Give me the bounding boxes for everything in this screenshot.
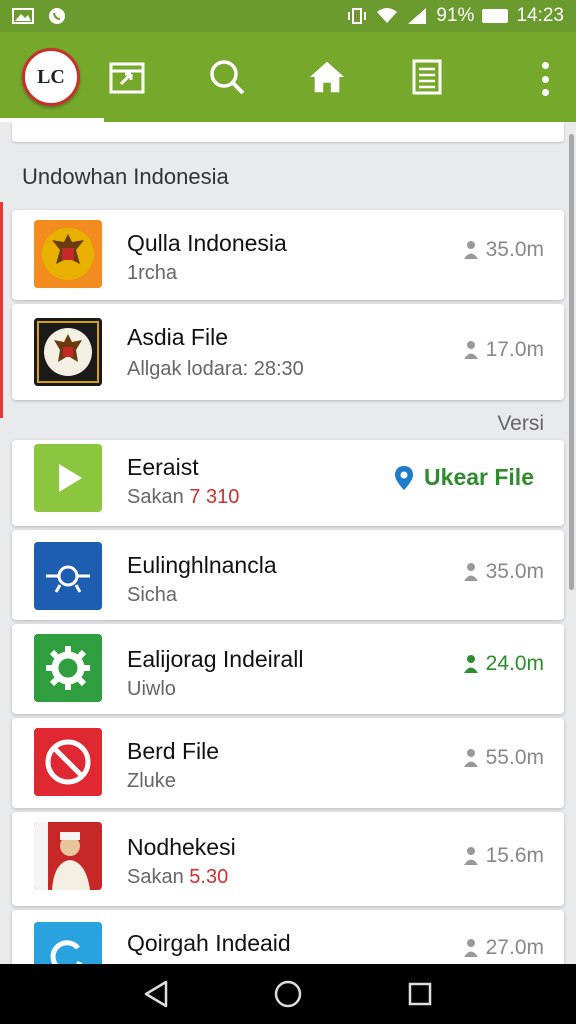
download-icon: [463, 341, 478, 359]
signal-icon: [408, 8, 427, 24]
status-bar: 91% 14:23: [0, 0, 576, 32]
app-title: Eeraist: [127, 454, 199, 480]
home-button[interactable]: [308, 58, 346, 96]
app-subtitle: Sakan 7 310: [127, 486, 240, 508]
play-icon: [34, 444, 102, 512]
app-size: 17.0m: [462, 338, 544, 362]
system-navigation-bar: [0, 964, 576, 1024]
download-icon: [463, 749, 478, 767]
vibrate-icon: [348, 8, 367, 24]
app-list-item[interactable]: Asdia File Allgak lodara: 28:30 17.0m: [12, 304, 564, 400]
app-title: Asdia File: [127, 324, 228, 350]
document-button[interactable]: [408, 58, 446, 96]
app-title: Nodhekesi: [127, 834, 236, 860]
section-title: Undowhan Indonesia: [22, 164, 229, 189]
previous-card-edge: [12, 122, 564, 142]
app-size: 55.0m: [462, 746, 544, 770]
calendar-button[interactable]: [108, 58, 146, 96]
download-icon: [463, 563, 478, 581]
back-icon: [144, 980, 168, 1008]
whatsapp-notification-icon: [49, 8, 65, 24]
battery-icon: [482, 9, 509, 23]
search-icon: [210, 60, 245, 95]
location-pin-icon: [395, 465, 414, 490]
app-bar: LC: [0, 32, 576, 122]
app-title: Berd File: [127, 738, 220, 764]
garuda-emblem-icon: [34, 220, 102, 288]
version-column-label: Versi: [497, 412, 544, 435]
app-size: 24.0m: [462, 652, 544, 676]
image-notification-icon: [12, 8, 34, 24]
app-list-item[interactable]: Eulinghlnancla Sicha 35.0m: [12, 530, 564, 620]
back-button[interactable]: [138, 976, 174, 1012]
download-icon: [463, 241, 478, 259]
app-subtitle: Uiwlo: [127, 678, 176, 700]
app-title: Eulinghlnancla: [127, 552, 277, 578]
app-list-item[interactable]: Ealijorag Indeirall Uiwlo 24.0m: [12, 624, 564, 714]
download-icon: [463, 655, 478, 673]
app-size: 15.6m: [462, 844, 544, 868]
download-icon: [463, 847, 478, 865]
app-list-item[interactable]: Berd File Zluke 55.0m: [12, 718, 564, 808]
home-icon: [309, 61, 345, 93]
app-title: Qoirgah Indeaid: [127, 930, 291, 956]
clock: 14:23: [516, 5, 564, 26]
target-icon: [34, 542, 102, 610]
app-size: 35.0m: [462, 238, 544, 262]
recents-button[interactable]: [402, 976, 438, 1012]
app-list-item[interactable]: Eeraist Sakan 7 310 Ukear File: [12, 440, 564, 526]
app-size: 35.0m: [462, 560, 544, 584]
home-nav-button[interactable]: [270, 976, 306, 1012]
app-title: Qulla Indonesia: [127, 230, 287, 256]
app-list-item[interactable]: Nodhekesi Sakan 5.30 15.6m: [12, 812, 564, 906]
app-subtitle: Sicha: [127, 584, 178, 606]
app-subtitle: Sakan 5.30: [127, 866, 229, 888]
home-circle-icon: [274, 980, 302, 1008]
overflow-menu-button[interactable]: [540, 62, 550, 96]
app-subtitle: Allgak lodara: 28:30: [127, 358, 304, 380]
subtitle-highlight: 5.30: [189, 866, 229, 888]
document-icon: [412, 59, 442, 95]
download-icon: [463, 939, 478, 957]
refresh-icon: [34, 922, 102, 964]
app-list-item[interactable]: Qoirgah Indeaid 27.0m: [12, 910, 564, 964]
subtitle-highlight: 7 310: [189, 486, 240, 508]
app-logo[interactable]: LC: [22, 48, 80, 106]
app-title: Ealijorag Indeirall: [127, 646, 304, 672]
app-list-item[interactable]: Qulla Indonesia 1rcha 35.0m: [12, 210, 564, 300]
recents-icon: [408, 982, 432, 1006]
scrollbar[interactable]: [569, 134, 574, 590]
gear-icon: [34, 634, 102, 702]
wifi-icon: [377, 8, 398, 23]
search-button[interactable]: [208, 58, 246, 96]
app-list-container[interactable]: Undowhan Indonesia Qulla Indonesia 1rcha…: [0, 122, 576, 964]
app-subtitle: Zluke: [127, 770, 176, 792]
calendar-icon: [109, 62, 145, 94]
section-accent: [0, 202, 3, 418]
more-icon: [541, 62, 549, 69]
portrait-icon: [34, 822, 102, 890]
app-subtitle: 1rcha: [127, 262, 178, 284]
ukear-file-link[interactable]: Ukear File: [394, 464, 534, 491]
block-icon: [34, 728, 102, 796]
app-size: 27.0m: [462, 936, 544, 960]
battery-percent: 91%: [436, 5, 475, 26]
garuda-seal-icon: [34, 318, 102, 386]
